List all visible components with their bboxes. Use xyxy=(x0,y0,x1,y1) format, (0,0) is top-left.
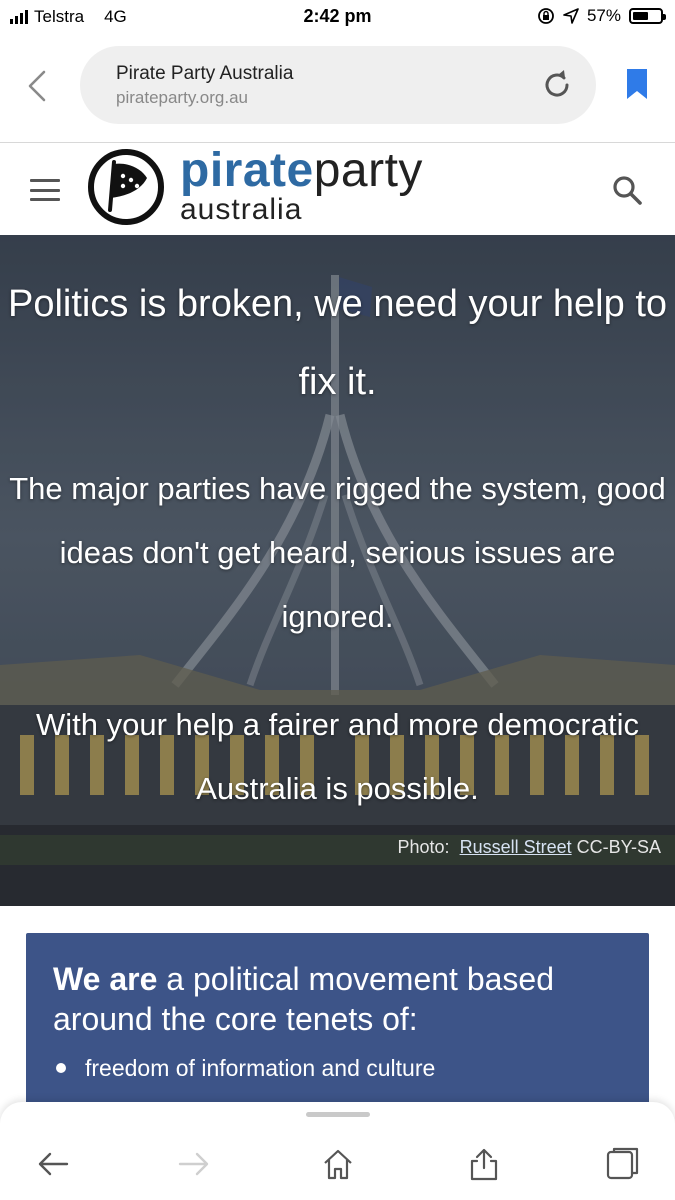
signal-strength-icon xyxy=(10,10,28,24)
about-heading: We are a political movement based around… xyxy=(53,959,623,1039)
list-item: freedom of information and culture xyxy=(53,1051,435,1085)
carrier-name: Telstra xyxy=(34,7,85,26)
status-bar: Telstra 4G 2:42 pm 57% xyxy=(0,0,675,36)
browser-toolbar xyxy=(0,1102,675,1200)
forward-arrow-icon[interactable] xyxy=(176,1146,212,1182)
url-field[interactable]: Pirate Party Australia pirateparty.org.a… xyxy=(80,46,596,124)
back-arrow-icon[interactable] xyxy=(35,1146,71,1182)
brand-subtitle: australia xyxy=(180,193,303,226)
about-heading-bold: We are xyxy=(53,961,158,997)
site-header: pirateparty australia xyxy=(0,143,675,235)
toolbar-grabber[interactable] xyxy=(306,1112,370,1117)
location-arrow-icon xyxy=(563,8,579,24)
photo-credit: Photo: Russell Street CC-BY-SA xyxy=(398,837,661,858)
page-host: pirateparty.org.au xyxy=(116,88,248,107)
orientation-lock-icon xyxy=(538,8,554,24)
hero-headline: Politics is broken, we need your help to… xyxy=(7,283,668,403)
credit-license: CC-BY-SA xyxy=(576,837,661,857)
chevron-left-icon[interactable] xyxy=(22,66,62,106)
page-title: Pirate Party Australia xyxy=(116,63,294,84)
tabs-icon[interactable] xyxy=(605,1146,641,1182)
search-icon[interactable] xyxy=(611,174,643,206)
carrier-group: Telstra 4G xyxy=(10,7,127,27)
hero-banner: Politics is broken, we need your help to… xyxy=(0,235,675,906)
home-icon[interactable] xyxy=(320,1146,356,1182)
browser-address-bar: Pirate Party Australia pirateparty.org.a… xyxy=(0,36,675,143)
hero-paragraph-1: The major parties have rigged the system… xyxy=(9,471,666,634)
credit-prefix: Photo: xyxy=(397,837,450,857)
credit-link[interactable]: Russell Street xyxy=(460,837,572,857)
battery-percent: 57% xyxy=(586,6,621,25)
share-icon[interactable] xyxy=(466,1146,502,1182)
status-icons: 57% xyxy=(537,6,666,26)
network-type: 4G xyxy=(104,7,127,26)
tenets-list: freedom of information and culture xyxy=(53,1051,435,1085)
hamburger-menu-icon[interactable] xyxy=(30,179,60,201)
brand-party: party xyxy=(313,144,423,197)
hero-paragraph-2: With your help a fairer and more democra… xyxy=(35,707,640,806)
reload-icon[interactable] xyxy=(540,68,574,102)
battery-icon xyxy=(629,8,666,24)
bookmark-icon[interactable] xyxy=(625,68,649,100)
site-logo-wordmark[interactable]: pirateparty australia xyxy=(180,147,423,225)
pirate-sail-logo-icon[interactable] xyxy=(87,148,165,226)
brand-pirate: pirate xyxy=(180,144,314,197)
